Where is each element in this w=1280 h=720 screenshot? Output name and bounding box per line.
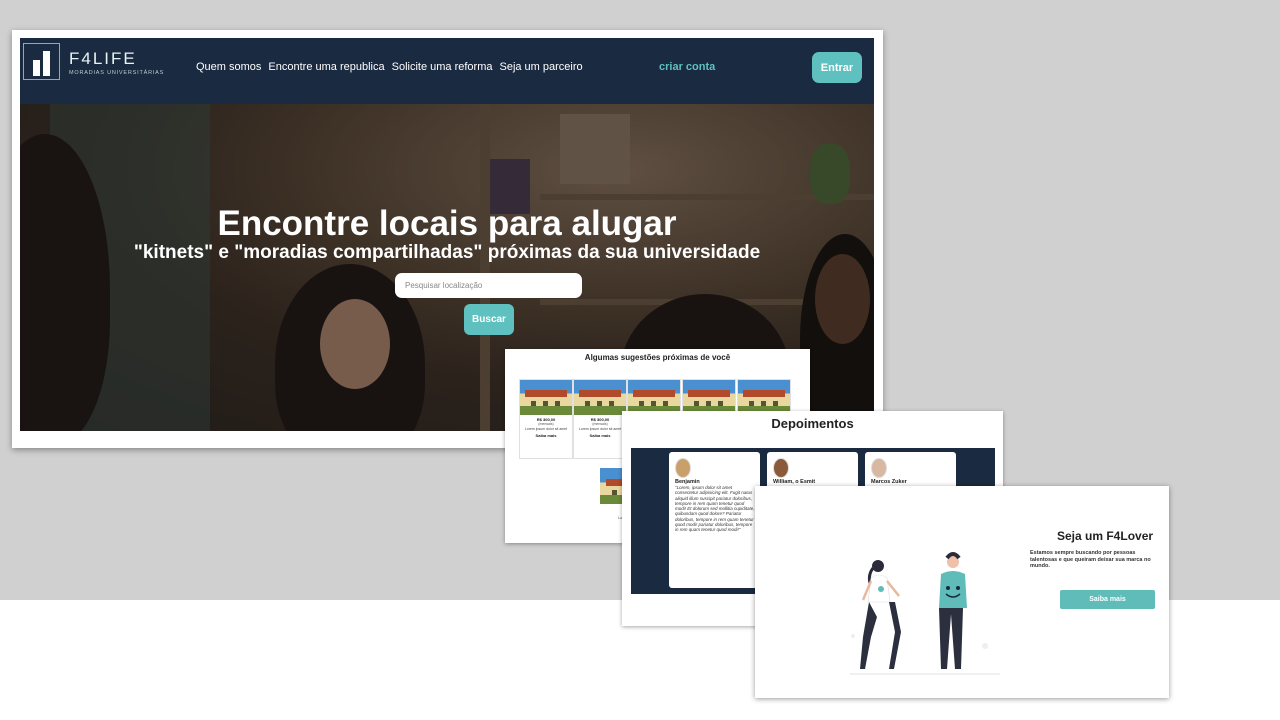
login-button[interactable]: Entrar — [812, 52, 862, 83]
f4lover-text: Estamos sempre buscando por pessoas tale… — [1030, 550, 1151, 569]
saiba-mais-button[interactable]: Saiba mais — [1060, 590, 1155, 609]
avatar — [773, 458, 789, 478]
nav-link-seja-parceiro[interactable]: Seja um parceiro — [499, 61, 582, 73]
people-illustration — [850, 552, 1000, 675]
hero-title: Encontre locais para alugar — [217, 204, 677, 243]
logo-tagline: MORADIAS UNIVERSITÁRIAS — [69, 70, 165, 76]
testimonial-name: William, o Esmit — [773, 479, 816, 485]
testimonial-text: "Lorem, ipsum dolor sit amet consectetur… — [675, 485, 755, 533]
f4lover-screenshot: Seja um F4Lover Estamos sempre buscando … — [755, 486, 1169, 698]
suggestions-title: Algumas sugestões próximas de você — [584, 353, 731, 362]
nav-link-quem-somos[interactable]: Quem somos — [196, 61, 261, 73]
listing-card[interactable]: R$ 300,00 (mensais) Lorem ipsum dolor si… — [519, 379, 573, 459]
location-search-input[interactable]: Pesquisar localização — [395, 273, 582, 298]
avatar — [675, 458, 691, 478]
nav-link-encontre-republica[interactable]: Encontre uma republica — [268, 61, 384, 73]
avatar — [871, 458, 887, 478]
f4lover-title: Seja um F4Lover — [1057, 529, 1154, 543]
navbar: F4LIFE MORADIAS UNIVERSITÁRIAS Quem somo… — [20, 38, 874, 104]
nav-links: Quem somos Encontre uma republica Solici… — [196, 61, 583, 73]
logo-text[interactable]: F4LIFE — [69, 49, 137, 69]
logo-icon[interactable] — [23, 43, 60, 80]
search-button[interactable]: Buscar — [464, 304, 514, 335]
testimonial-card: Benjamin "Lorem, ipsum dolor sit amet co… — [669, 452, 760, 588]
signup-link[interactable]: criar conta — [659, 61, 715, 73]
hero-subtitle: "kitnets" e "moradias compartilhadas" pr… — [133, 242, 761, 263]
testimonial-name: Marcos Zuker — [871, 479, 907, 485]
nav-link-solicite-reforma[interactable]: Solicite uma reforma — [392, 61, 493, 73]
testimonials-title: Depoimentos — [771, 416, 854, 431]
listing-card[interactable]: R$ 300,00 (mensais) Lorem ipsum dolor si… — [573, 379, 627, 459]
